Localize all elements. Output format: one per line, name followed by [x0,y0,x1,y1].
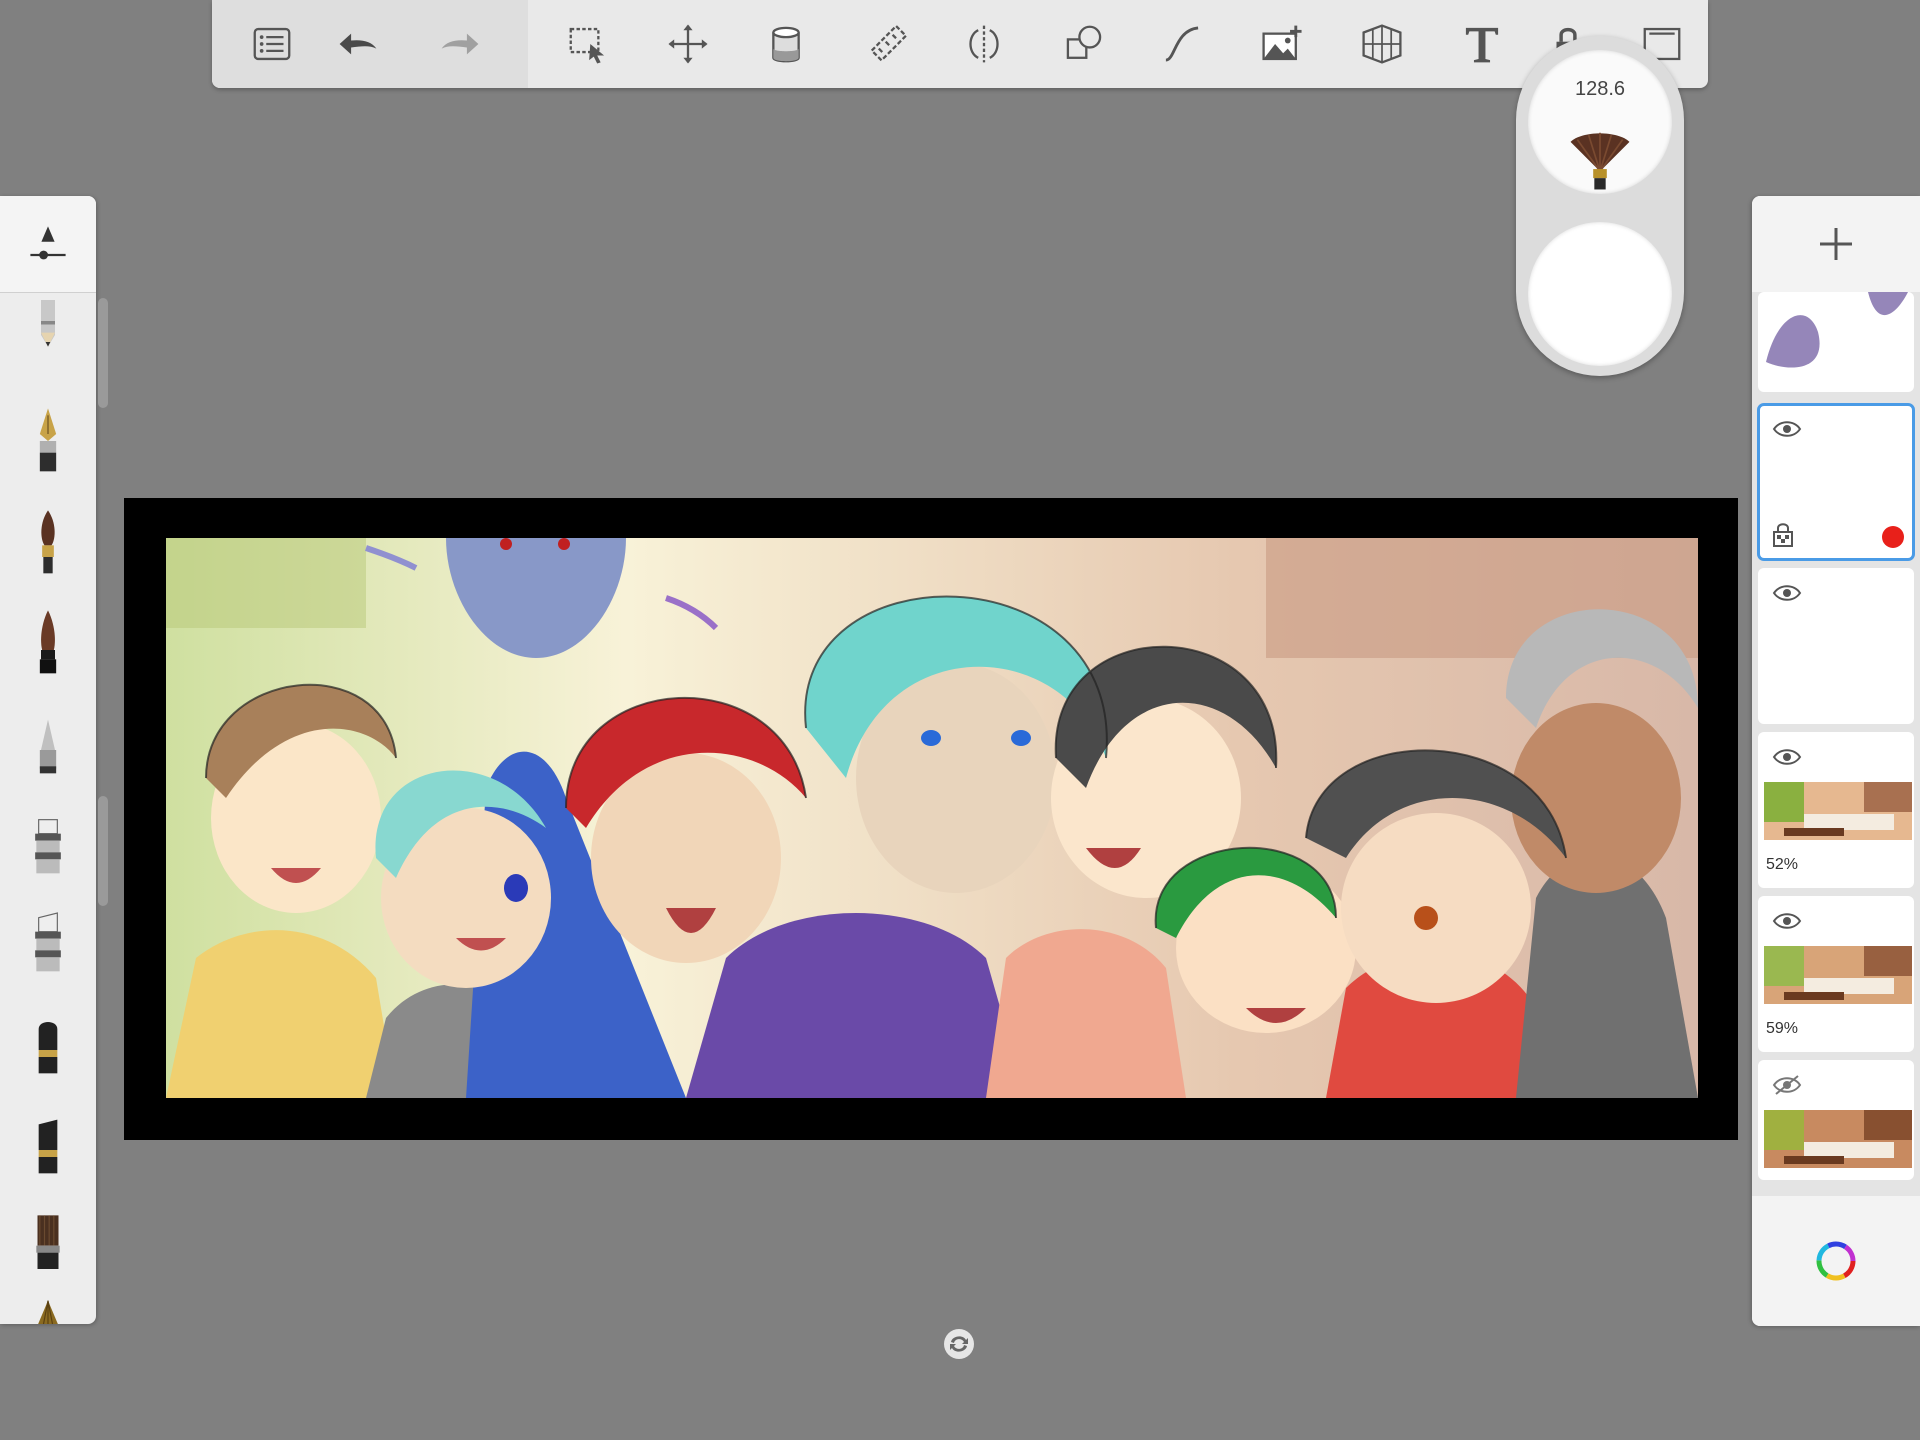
shapes-icon[interactable] [1058,18,1110,70]
brush-settings-icon [30,226,66,260]
layer-thumbnail [1766,292,1908,368]
bristle-brush-icon[interactable] [14,1202,82,1280]
pencil-brush-icon[interactable] [14,296,82,374]
layer-color-tag[interactable] [1882,526,1904,548]
plus-icon [1820,228,1852,260]
symmetry-icon[interactable] [958,18,1010,70]
sync-icon[interactable] [943,1328,975,1360]
perspective-icon[interactable] [1356,18,1408,70]
top-toolbar [212,0,1708,88]
eraser-brush-icon[interactable] [14,1004,82,1082]
image-import-icon[interactable] [1256,18,1308,70]
selection-icon[interactable] [562,18,614,70]
eye-icon[interactable] [1772,582,1802,604]
lock-alpha-icon[interactable] [1772,522,1794,548]
paint-brush-icon[interactable] [14,504,82,582]
list-icon[interactable] [246,18,298,70]
eraser-hard-brush-icon[interactable] [14,1104,82,1182]
ink-brush-icon[interactable] [14,604,82,682]
transform-icon[interactable] [662,18,714,70]
color-picker-button[interactable] [1752,1196,1920,1326]
layer-thumbnail [1764,782,1912,840]
layer-card-selected[interactable] [1757,403,1915,561]
layer-card-background-b[interactable]: 59% [1758,896,1914,1052]
canvas-artwork[interactable] [166,538,1698,1098]
layer-opacity-label: 59% [1766,1020,1799,1037]
redo-icon[interactable] [434,18,486,70]
ruler-icon[interactable] [862,18,914,70]
fill-icon[interactable] [760,18,812,70]
brush-puck: 128.6 [1516,36,1684,376]
airbrush-brush-icon[interactable] [14,704,82,782]
fan-brush-icon[interactable] [14,1292,82,1324]
eye-icon[interactable] [1772,746,1802,768]
canvas-frame [124,498,1738,1140]
add-layer-button[interactable] [1752,196,1920,292]
layer-card-background-a[interactable]: 52% [1758,732,1914,888]
brush-size-control[interactable]: 128.6 [1528,50,1672,194]
layer-card-empty[interactable] [1758,568,1914,724]
layer-card-background-c[interactable] [1758,1060,1914,1180]
artwork-illustration [166,538,1698,1098]
eye-icon[interactable] [1772,418,1802,440]
layer-card-sketch[interactable] [1758,292,1914,392]
marker-alt-brush-icon[interactable] [14,902,82,980]
brush-palette-scroll-thumb[interactable] [98,796,108,906]
fountain-pen-brush-icon[interactable] [14,402,82,480]
layer-thumbnail [1764,1110,1912,1168]
text-icon[interactable] [1456,18,1508,70]
layer-opacity-label: 52% [1766,856,1799,873]
brush-palette-scrollbar[interactable] [98,298,108,408]
brush-size-value: 128.6 [1574,78,1626,100]
color-wheel-icon [1816,1241,1856,1281]
layer-thumbnail [1764,946,1912,1004]
brush-palette [0,196,96,1324]
eye-icon[interactable] [1772,910,1802,932]
curve-icon[interactable] [1156,18,1208,70]
undo-icon[interactable] [332,18,384,70]
brush-settings-button[interactable] [0,196,96,293]
brush-opacity-control[interactable] [1528,222,1672,366]
fan-brush-tip-icon [1570,132,1630,190]
eye-hidden-icon[interactable] [1772,1074,1802,1096]
layers-panel: 52% 59% [1752,196,1920,1326]
marker-brush-icon[interactable] [14,804,82,882]
